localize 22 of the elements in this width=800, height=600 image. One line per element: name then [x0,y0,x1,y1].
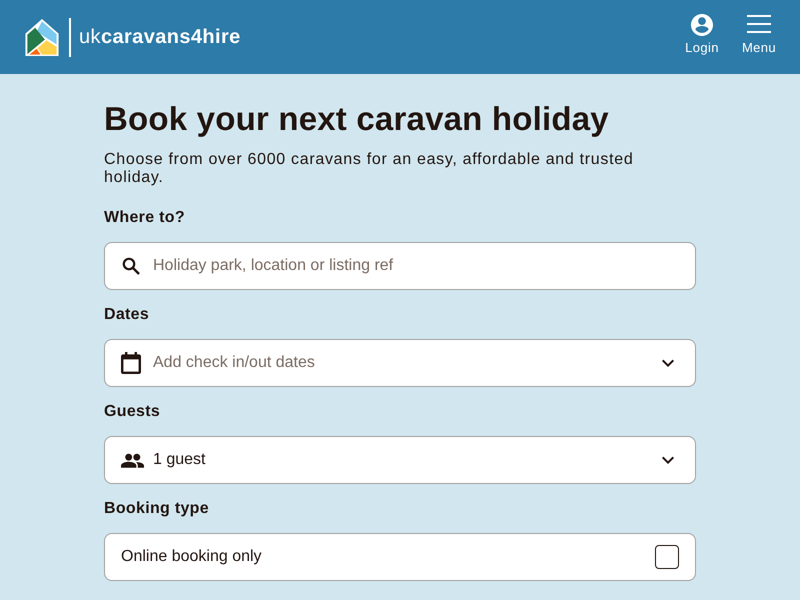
guests-dropdown[interactable]: 1 guest [104,436,696,484]
booking-option[interactable]: Online booking only [104,533,696,581]
logo-icon [24,18,60,56]
field-label: Guests [104,402,162,422]
user-icon [691,14,713,36]
search-field[interactable]: Holiday park, location or listing ref [104,242,696,290]
field-label: Dates [104,305,150,325]
search-icon [122,257,140,275]
date-picker-dropdown[interactable]: Add check in/out dates [104,339,696,387]
chevron-down-icon [662,359,674,367]
field-label: Where to? [104,208,186,228]
calendar-icon [121,352,141,374]
logo-text[interactable]: ukcaravans4hire [79,26,241,48]
login-button[interactable]: Login [682,14,722,55]
menu-icon [747,15,771,33]
menu-button[interactable]: Menu [739,14,779,55]
page-title: Book your next caravan holiday [104,99,610,139]
field-label: Booking type [104,499,210,519]
checkbox[interactable] [655,545,679,569]
people-icon [121,452,144,468]
chevron-down-icon [662,456,674,464]
page-subtitle: Choose from over 6000 caravans for an easy, affordable and trusted holiday. [104,151,634,187]
